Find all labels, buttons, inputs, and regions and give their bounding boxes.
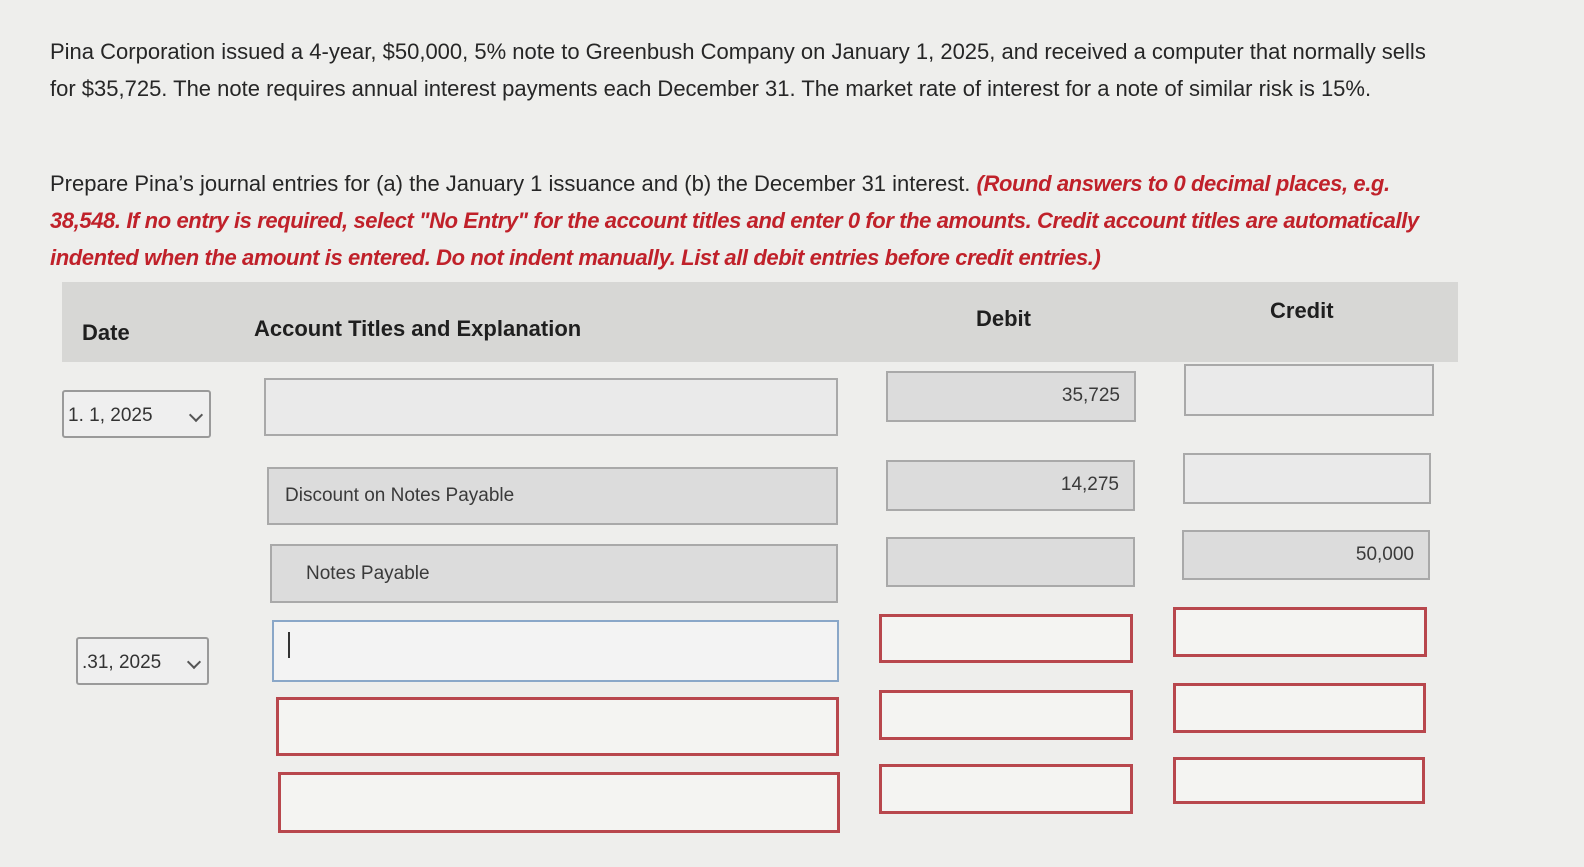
account-input-b3[interactable] bbox=[278, 772, 840, 833]
debit-input-b1[interactable] bbox=[879, 614, 1133, 663]
date-value: 1. 1, 2025 bbox=[68, 405, 153, 426]
date-select-entry-a[interactable]: 1. 1, 2025 bbox=[62, 390, 211, 438]
credit-input-a3[interactable]: 50,000 bbox=[1182, 530, 1430, 580]
header-credit: Credit bbox=[1270, 298, 1334, 323]
account-input-a2[interactable]: Discount on Notes Payable bbox=[267, 467, 838, 525]
date-select-entry-b[interactable]: .31, 2025 bbox=[76, 637, 209, 685]
credit-input-b1[interactable] bbox=[1173, 607, 1427, 657]
debit-input-b2[interactable] bbox=[879, 690, 1133, 740]
credit-input-b3[interactable] bbox=[1173, 757, 1425, 804]
account-input-a3[interactable]: Notes Payable bbox=[270, 544, 838, 603]
debit-input-a3[interactable] bbox=[886, 537, 1135, 587]
account-input-a1[interactable] bbox=[264, 378, 838, 436]
text-cursor bbox=[288, 632, 290, 658]
account-input-b2[interactable] bbox=[276, 697, 839, 756]
problem-intro: Pina Corporation issued a 4-year, $50,00… bbox=[50, 39, 1426, 101]
problem-prompt: Prepare Pina’s journal entries for (a) t… bbox=[50, 165, 1450, 276]
prompt-text: Prepare Pina’s journal entries for (a) t… bbox=[50, 171, 971, 196]
account-input-b1[interactable] bbox=[272, 620, 839, 682]
header-date: Date bbox=[82, 320, 130, 345]
debit-input-a2[interactable]: 14,275 bbox=[886, 460, 1135, 511]
date-value: .31, 2025 bbox=[82, 652, 162, 673]
header-debit: Debit bbox=[976, 306, 1031, 331]
debit-input-b3[interactable] bbox=[879, 764, 1133, 814]
chevron-down-icon bbox=[188, 407, 204, 423]
credit-input-b2[interactable] bbox=[1173, 683, 1426, 733]
debit-input-a1[interactable]: 35,725 bbox=[886, 371, 1136, 422]
credit-input-a1[interactable] bbox=[1184, 364, 1434, 416]
chevron-down-icon bbox=[186, 654, 202, 670]
header-account: Account Titles and Explanation bbox=[254, 316, 582, 341]
credit-input-a2[interactable] bbox=[1183, 453, 1431, 504]
journal-table-header: Date Account Titles and Explanation Debi… bbox=[62, 282, 1458, 362]
